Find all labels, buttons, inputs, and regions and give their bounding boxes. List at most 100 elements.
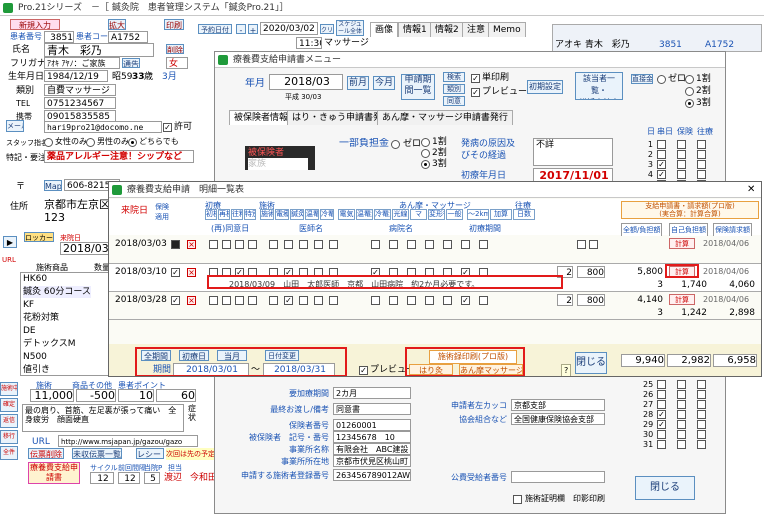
day-checkbox[interactable] xyxy=(677,400,686,409)
top-minus-button[interactable]: - xyxy=(236,24,246,34)
menu-close-button[interactable]: 閉じる xyxy=(635,476,695,500)
item-row[interactable]: N500 xyxy=(23,351,47,363)
row-insurance-checkbox[interactable]: ✓ xyxy=(171,268,180,277)
row-insurance-checkbox[interactable]: ✓ xyxy=(171,296,180,305)
top-date-field[interactable]: 2020/03/02 xyxy=(260,22,318,35)
row-item-checkbox[interactable] xyxy=(314,240,323,249)
row-item-checkbox[interactable] xyxy=(235,240,244,249)
kana-field[interactable]: ｱｵｷ ｱﾔﾉ：ご家族 xyxy=(44,57,120,69)
mail-button[interactable]: メール xyxy=(6,120,24,132)
tab-memo[interactable]: Memo xyxy=(488,22,526,37)
row-item-checkbox[interactable] xyxy=(371,296,380,305)
row-item-checkbox[interactable] xyxy=(329,296,338,305)
row-item-checkbox[interactable] xyxy=(248,296,257,305)
rate-radio-2[interactable] xyxy=(685,87,694,96)
receipt-button[interactable]: レシート xyxy=(136,448,164,459)
question-icon[interactable]: ? xyxy=(561,364,572,376)
row-item-checkbox[interactable] xyxy=(407,240,416,249)
day-checkbox[interactable] xyxy=(657,390,666,399)
period-list-button[interactable]: 申請期間一覧 xyxy=(401,74,435,100)
menu-field-value[interactable]: 263456789012AW xyxy=(333,469,411,481)
name-field[interactable]: 青木 彩乃 xyxy=(44,43,154,57)
row-item-checkbox[interactable] xyxy=(269,240,278,249)
row-calc-button[interactable]: 計算 xyxy=(669,294,695,305)
day-checkbox[interactable] xyxy=(657,430,666,439)
item-row[interactable]: デトックスM xyxy=(23,338,76,350)
row-item-checkbox[interactable] xyxy=(299,296,308,305)
day-checkbox[interactable] xyxy=(657,140,666,149)
burden-radio-1[interactable] xyxy=(421,138,430,147)
list-close-button[interactable]: 閉じる xyxy=(575,352,607,374)
row-item-checkbox[interactable] xyxy=(209,296,218,305)
row-amount[interactable]: 800 xyxy=(577,294,605,306)
menu-field-value[interactable]: 12345678 10 xyxy=(333,431,411,443)
top-time-field[interactable]: 11:30 xyxy=(296,37,322,49)
day-checkbox[interactable] xyxy=(697,430,706,439)
menu-right-value[interactable]: 京都支部 xyxy=(511,399,605,411)
row-item-checkbox[interactable] xyxy=(389,296,398,305)
row-item-checkbox[interactable] xyxy=(443,240,452,249)
row-item-checkbox[interactable] xyxy=(407,296,416,305)
side-status-button[interactable]: 移行 xyxy=(0,430,18,444)
top-date-button[interactable]: 予約日付 xyxy=(198,24,232,34)
tab-caution[interactable]: 注意 xyxy=(462,22,491,37)
day-checkbox[interactable] xyxy=(657,150,666,159)
menu-field-value[interactable]: 2カ月 xyxy=(333,387,411,399)
day-checkbox[interactable] xyxy=(677,420,686,429)
row-item-checkbox[interactable] xyxy=(314,296,323,305)
class-button[interactable]: 類別 xyxy=(443,84,465,94)
top-plus-button[interactable]: + xyxy=(248,24,258,34)
tab-massage[interactable]: あん摩・マッサージ申請書発行 xyxy=(377,110,513,125)
day-checkbox[interactable] xyxy=(677,170,686,179)
row-item-checkbox[interactable] xyxy=(425,296,434,305)
kind-select[interactable]: 自費マッサージ xyxy=(44,84,116,96)
patient-no-field[interactable]: 3851 xyxy=(44,31,74,43)
row-delete-icon[interactable]: × xyxy=(187,268,196,277)
row-insurance-checkbox[interactable] xyxy=(171,240,180,249)
row-calc-button[interactable]: 計算 xyxy=(669,238,695,249)
list-close-x-icon[interactable]: ✕ xyxy=(747,184,755,196)
rate-radio-3[interactable] xyxy=(685,99,694,108)
insurance-claim-button[interactable]: 療養費支給申請書 xyxy=(28,462,80,484)
day-checkbox[interactable] xyxy=(697,410,706,419)
enlarge-button[interactable]: 拡大 xyxy=(108,19,126,30)
single-print-checkbox[interactable]: ✓ xyxy=(471,74,480,83)
applicant-list-button[interactable]: 該当者一覧・ 総括表計表 xyxy=(575,72,623,100)
menu-field-value[interactable]: 有限会社 ABC建設 xyxy=(333,443,411,455)
row-item-checkbox[interactable] xyxy=(479,296,488,305)
row-item-checkbox[interactable] xyxy=(577,240,586,249)
day-checkbox[interactable] xyxy=(697,440,706,449)
day-checkbox[interactable] xyxy=(657,440,666,449)
day-checkbox[interactable] xyxy=(697,150,706,159)
consent-button[interactable]: 同意 xyxy=(443,96,465,106)
row-item-checkbox[interactable] xyxy=(425,240,434,249)
day-checkbox[interactable] xyxy=(677,410,686,419)
day-checkbox[interactable]: ✓ xyxy=(657,170,666,179)
side-status-button[interactable]: 施術中 xyxy=(0,382,18,396)
row-qty[interactable]: 2 xyxy=(557,294,573,306)
row-item-checkbox[interactable] xyxy=(299,240,308,249)
row-item-checkbox[interactable] xyxy=(269,296,278,305)
insured-type-family[interactable]: 家族 xyxy=(248,158,308,170)
preview-checkbox[interactable]: ✓ xyxy=(471,88,480,97)
side-status-button[interactable]: 確定 xyxy=(0,398,18,412)
item-row[interactable]: 花粉対策 xyxy=(23,312,59,324)
burden-radio-3[interactable] xyxy=(421,160,430,169)
row-item-checkbox[interactable] xyxy=(222,296,231,305)
day-checkbox[interactable] xyxy=(677,160,686,169)
slip-delete-button[interactable]: 伝票削除 xyxy=(28,448,64,459)
notes-field[interactable]: 薬品アレルギー注意！シップなど xyxy=(44,150,194,163)
item-row[interactable]: HK60 xyxy=(23,273,48,285)
day-checkbox[interactable] xyxy=(657,400,666,409)
row-item-checkbox[interactable] xyxy=(443,296,452,305)
item-row[interactable]: KF xyxy=(23,299,34,311)
onset-date[interactable]: 2017/11/01 xyxy=(533,168,613,182)
top-schedule-button[interactable]: スケジュール全体 xyxy=(336,20,364,36)
unpaid-list-button[interactable]: 未収伝票一覧 xyxy=(72,448,122,459)
row-item-checkbox[interactable] xyxy=(371,240,380,249)
row-item-checkbox[interactable] xyxy=(235,296,244,305)
row-item-checkbox[interactable] xyxy=(329,240,338,249)
delete-button[interactable]: 削除 xyxy=(166,44,184,54)
side-status-button[interactable]: 返信 xyxy=(0,414,18,428)
day-checkbox[interactable] xyxy=(657,380,666,389)
